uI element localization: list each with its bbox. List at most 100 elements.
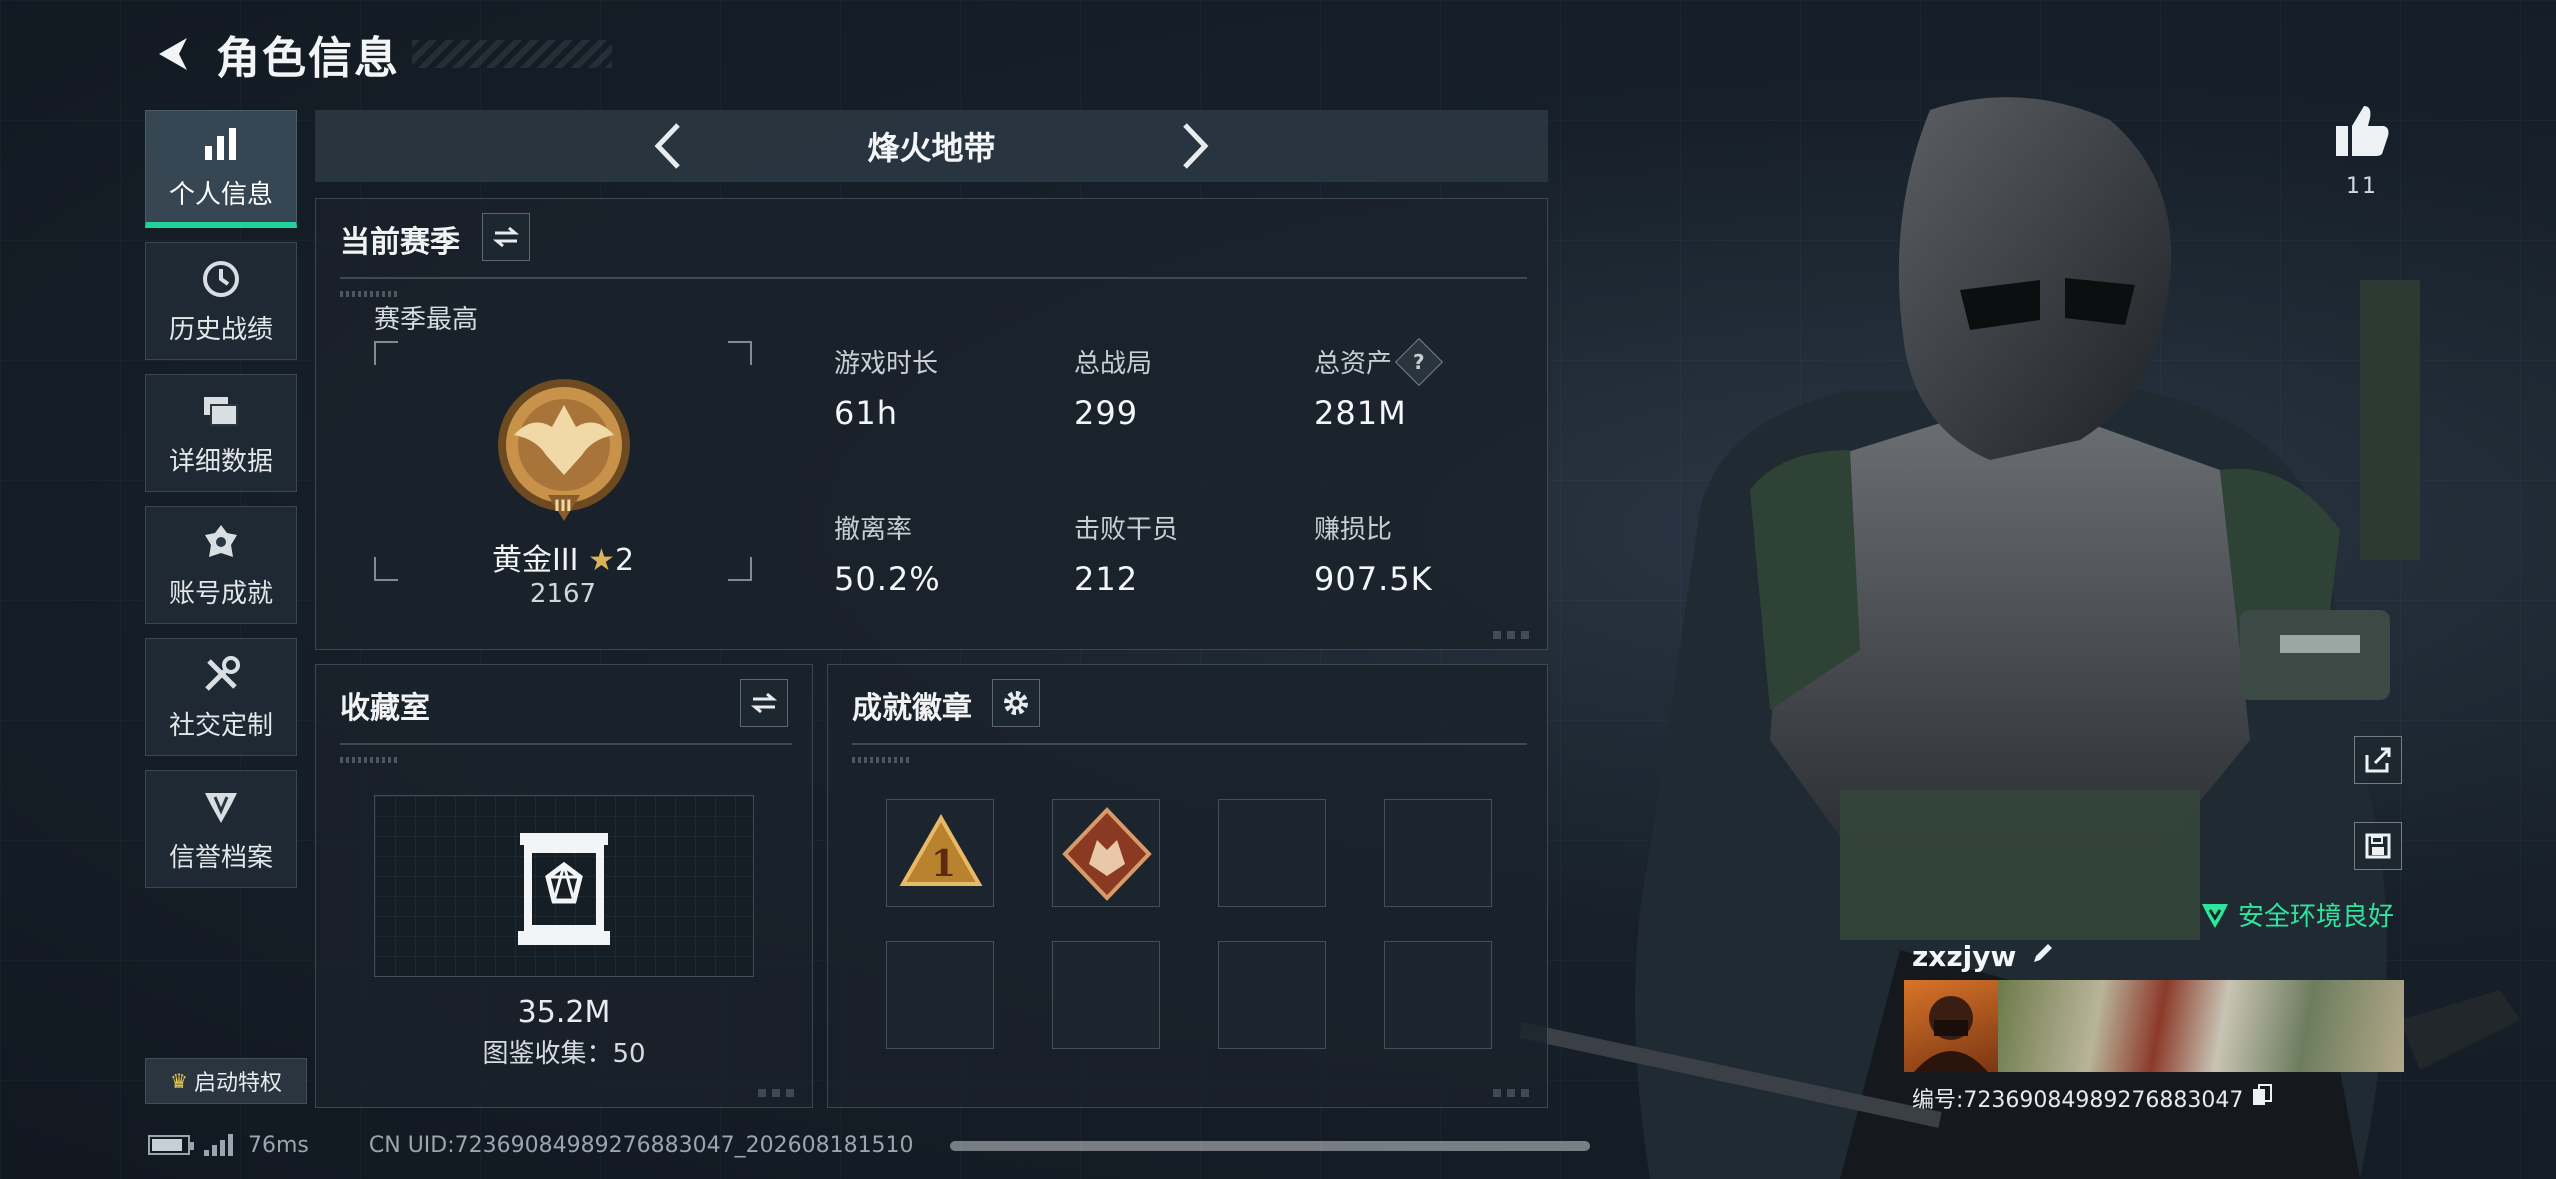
- sidebar-item-label: 信誉档案: [168, 842, 273, 873]
- divider: [340, 743, 792, 745]
- stat-value: 907.5K: [1314, 560, 1433, 598]
- collection-value: 35.2M: [517, 995, 611, 1030]
- edit-name-button[interactable]: [2030, 940, 2056, 973]
- crown-icon: ♛: [170, 1069, 188, 1093]
- rank-stars: 2: [614, 543, 635, 578]
- start-privilege-button[interactable]: ♛ 启动特权: [145, 1058, 307, 1104]
- status-footer: 76ms CN UID:7236908498927688304​7_202608…: [148, 1130, 914, 1160]
- badge-slot-7[interactable]: [1218, 941, 1326, 1049]
- wolf-badge-icon: [1062, 807, 1152, 901]
- help-button[interactable]: ?: [1394, 337, 1444, 386]
- back-arrow-icon: [159, 38, 187, 70]
- stat-extraction-rate: 撤离率 50.2%: [834, 509, 1054, 598]
- share-icon: [2365, 747, 2391, 773]
- stat-value: 212: [1074, 560, 1139, 598]
- avatar[interactable]: [1904, 980, 1998, 1072]
- sidebar-item-history[interactable]: 历史战绩: [145, 242, 297, 360]
- chevron-right-icon: [1182, 123, 1208, 169]
- badge-settings-button[interactable]: [992, 679, 1040, 727]
- stat-total-matches: 总战局 299: [1074, 343, 1294, 432]
- bar-chart-icon: [199, 122, 243, 166]
- shield-wing-icon: [199, 785, 243, 829]
- avatar-portrait: [1914, 996, 1988, 1072]
- badge-slot-4[interactable]: [1384, 799, 1492, 907]
- corner-decoration: [758, 1089, 798, 1097]
- history-clock-icon: [199, 257, 243, 301]
- sidebar-item-label: 历史战绩: [168, 314, 273, 345]
- mode-prev-button[interactable]: [637, 116, 697, 176]
- battery-icon: [148, 1135, 194, 1155]
- stat-label: 总战局: [1074, 349, 1153, 379]
- badge-slot-3[interactable]: [1218, 799, 1326, 907]
- mode-selector: 烽火地带: [315, 110, 1548, 182]
- folders-icon: [199, 389, 243, 433]
- sidebar-item-detail-data[interactable]: 详细数据: [145, 374, 297, 492]
- stat-profit-ratio: 赚损比 907.5K: [1314, 509, 1534, 598]
- share-button[interactable]: [2354, 736, 2402, 784]
- safe-status-text: 安全环境良好: [2238, 902, 2395, 932]
- stat-label: 总资产: [1314, 349, 1393, 379]
- sidebar-item-personal-info[interactable]: 个人信息: [145, 110, 297, 228]
- save-button[interactable]: [2354, 822, 2402, 870]
- collection-switch-button[interactable]: [740, 679, 788, 727]
- svg-text:III: III: [554, 496, 572, 515]
- sidebar-item-achievements[interactable]: 账号成就: [145, 506, 297, 624]
- latency: 76ms: [248, 1132, 309, 1158]
- username: zxzjyw: [1912, 940, 2017, 973]
- corner-decoration: [1493, 1089, 1533, 1097]
- profile-card[interactable]: [1904, 980, 2404, 1072]
- svg-text:1: 1: [931, 843, 956, 885]
- player-id-row: 编号:7236908498927688304​7: [1912, 1082, 2273, 1114]
- home-indicator[interactable]: [950, 1141, 1590, 1151]
- copy-icon: [2253, 1084, 2273, 1105]
- rank-1-badge-icon: 1: [899, 813, 983, 886]
- badge-slot-6[interactable]: [1052, 941, 1160, 1049]
- stat-label: 撤离率: [834, 515, 913, 545]
- stat-total-assets: 总资产? 281M: [1314, 337, 1534, 432]
- privilege-label: 启动特权: [193, 1071, 282, 1096]
- like-button[interactable]: 11: [2334, 104, 2390, 199]
- stat-value: 299: [1074, 394, 1139, 432]
- season-best-label: 赛季最高: [374, 305, 479, 335]
- mode-name: 烽火地带: [867, 129, 996, 167]
- sidebar-item-label: 社交定制: [168, 710, 273, 741]
- badge-slot-5[interactable]: [886, 941, 994, 1049]
- player-id: 编号:7236908498927688304​7: [1912, 1088, 2244, 1113]
- sidebar-item-label: 账号成就: [168, 578, 273, 609]
- micro-decoration: [340, 291, 400, 297]
- rank-name: 黄金III ★2: [374, 535, 752, 579]
- rank-tier: 黄金III: [491, 543, 579, 578]
- page-header: 角色信息: [148, 22, 612, 86]
- question-icon: ?: [1413, 349, 1425, 374]
- collection-panel[interactable]: 收藏室 35.2M 图鉴收集：50: [315, 664, 813, 1108]
- sidebar-item-label: 详细数据: [168, 446, 273, 477]
- stat-label: 击败干员: [1074, 515, 1179, 545]
- stat-value: 61h: [834, 394, 898, 432]
- stat-value: 281M: [1314, 394, 1407, 432]
- pencil-icon: [2034, 944, 2053, 962]
- swap-arrows-icon: [750, 692, 778, 714]
- shield-check-icon: [2202, 903, 2228, 928]
- season-switch-button[interactable]: [482, 213, 530, 261]
- uid-text: CN UID:7236908498927688304​7_20260818151…: [368, 1132, 914, 1158]
- copy-id-button[interactable]: [2251, 1083, 2273, 1113]
- badge-slot-8[interactable]: [1384, 941, 1492, 1049]
- badge-panel: 成就徽章 1: [827, 664, 1548, 1108]
- thumbs-up-icon: [2336, 106, 2389, 156]
- micro-decoration: [340, 757, 400, 763]
- safe-environment-status: 安全环境良好: [2200, 896, 2394, 933]
- save-disk-icon: [2365, 833, 2391, 859]
- display-case-icon: [518, 833, 610, 945]
- achievement-medal-icon: [199, 521, 243, 565]
- back-button[interactable]: [148, 29, 198, 79]
- swap-arrows-icon: [492, 226, 520, 248]
- profile-banner: [1998, 980, 2404, 1072]
- badge-slot-1[interactable]: 1: [886, 799, 994, 907]
- sidebar-item-reputation[interactable]: 信誉档案: [145, 770, 297, 888]
- sidebar-item-social[interactable]: 社交定制: [145, 638, 297, 756]
- mode-next-button[interactable]: [1166, 116, 1226, 176]
- rank-score: 2167: [529, 579, 597, 609]
- badge-slot-2[interactable]: [1052, 799, 1160, 907]
- collection-count: 图鉴收集：50: [482, 1039, 646, 1069]
- gear-icon: [1004, 691, 1028, 715]
